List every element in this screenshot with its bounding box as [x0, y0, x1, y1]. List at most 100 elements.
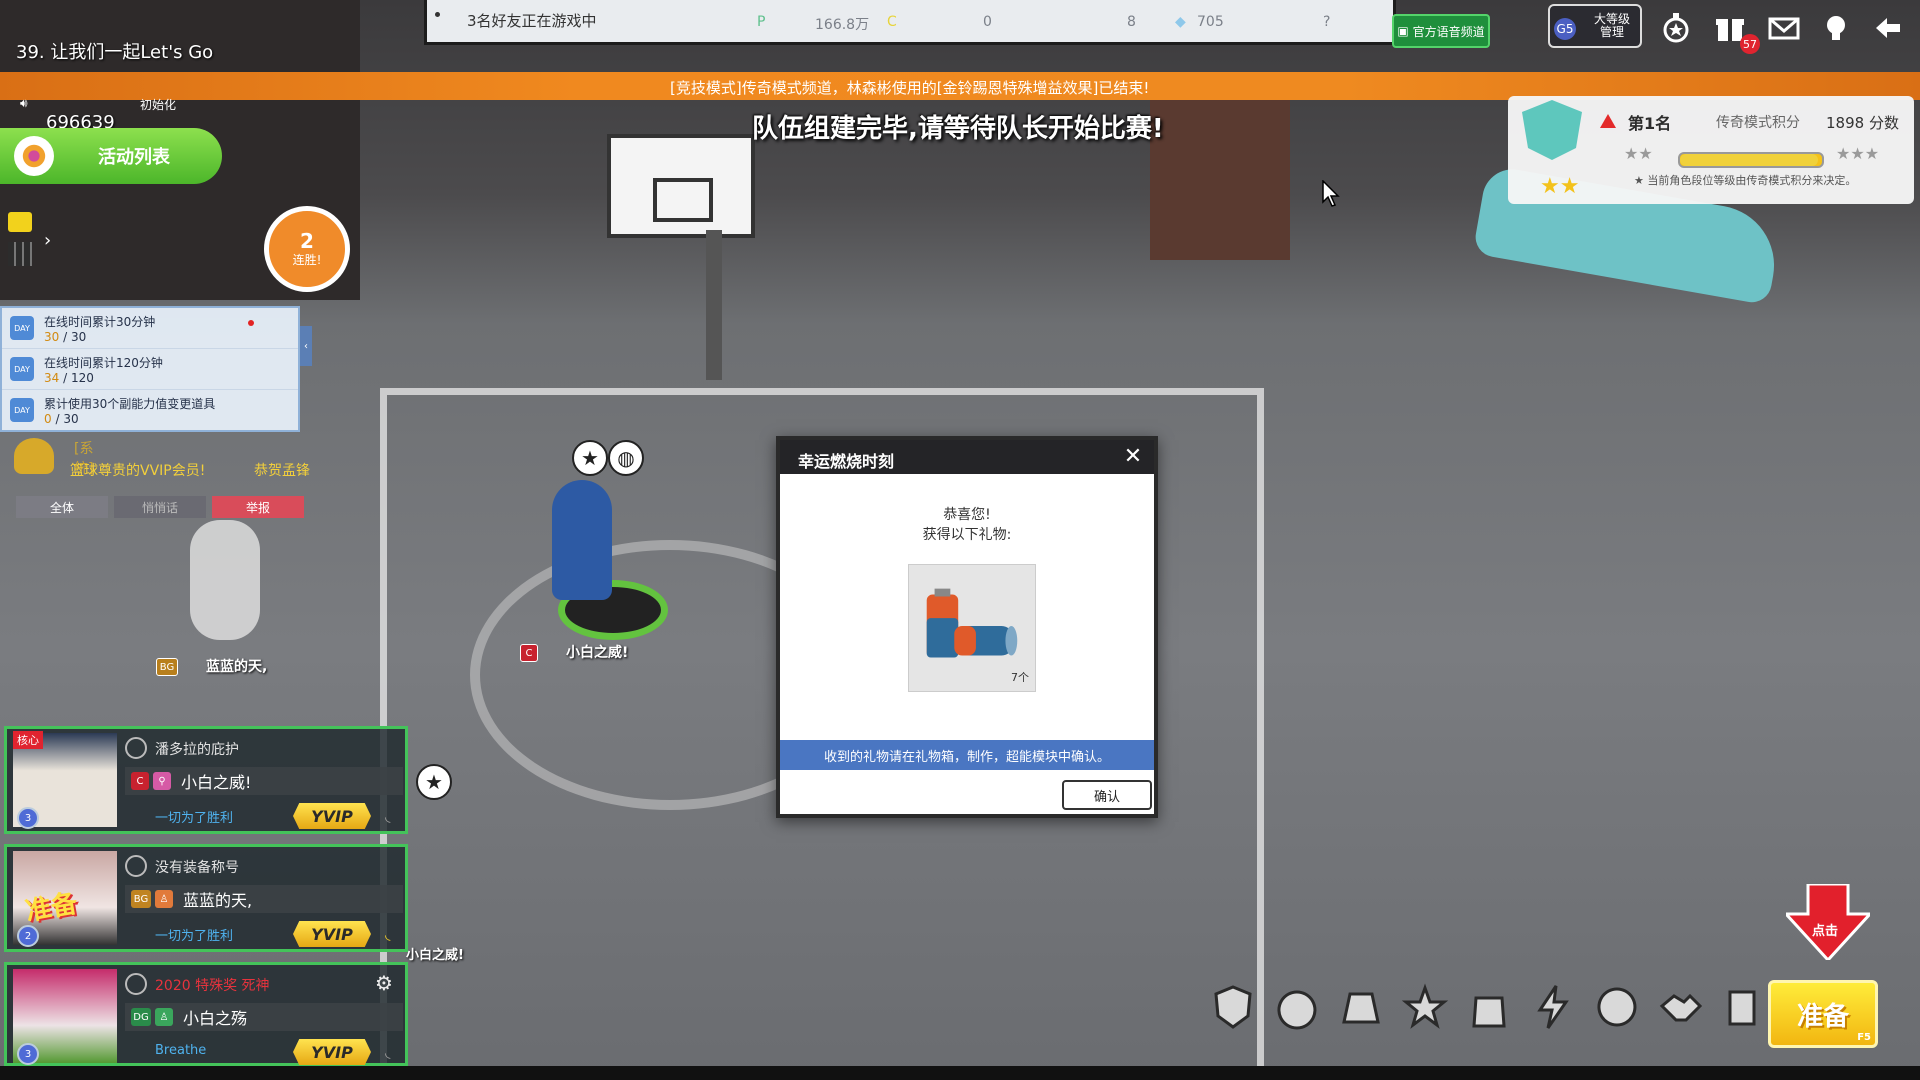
help-icon[interactable]: ?	[1323, 14, 1330, 30]
gem-icon: ◆	[1175, 14, 1186, 30]
task-progress-current: 0	[44, 411, 52, 426]
rank-mode: 传奇模式积分	[1716, 115, 1800, 131]
back-button[interactable]	[1868, 6, 1908, 50]
calendar-icon[interactable]	[8, 212, 32, 232]
court-button[interactable]	[1334, 980, 1388, 1034]
star-icon[interactable]: ★	[416, 764, 452, 800]
player-title: 没有装备称号	[155, 860, 239, 876]
signal-icon: ◟	[385, 809, 391, 825]
win-streak-count: 2	[300, 228, 314, 253]
level-circle-icon: 3	[17, 1043, 39, 1065]
handshake-icon	[1659, 993, 1703, 1022]
hint-button[interactable]	[1816, 6, 1856, 50]
announcement-text: [竞技模式]传奇模式频道，林森彬使用的[金铃踢恩特殊增益效果]已结束!	[670, 79, 1150, 97]
rank-place: 第1名	[1628, 114, 1672, 133]
expand-chevron-icon[interactable]: ›	[44, 230, 51, 251]
notice-dot	[435, 12, 440, 17]
player-name-row: C ⚲ 小白之威!	[125, 767, 403, 795]
task-item[interactable]: DAY 在线时间累计120分钟 34 / 120	[2, 349, 298, 390]
level-circle-icon: 2	[17, 925, 39, 947]
task-progress-total: 30	[70, 329, 87, 344]
speaker-icon[interactable]: 🔊︎	[20, 96, 28, 111]
reward-dialog: 幸运燃烧时刻 ✕ 恭喜您! 获得以下礼物: 7个 收到的礼物请在礼物箱，制作，超…	[776, 436, 1158, 818]
badge-button[interactable]	[1206, 980, 1260, 1034]
stopwatch-button[interactable]	[1270, 980, 1324, 1034]
level-badge: G5	[1554, 18, 1576, 40]
close-icon[interactable]: ✕	[1120, 444, 1146, 470]
basketball-icon: ◍	[608, 440, 644, 476]
hoop-pole	[706, 230, 722, 380]
pin-icon: ⚲	[153, 772, 171, 790]
task-item[interactable]: DAY 在线时间累计30分钟 30 / 30	[2, 308, 298, 349]
day-icon: DAY	[10, 398, 34, 422]
reward-item[interactable]: 7个	[908, 564, 1036, 692]
court-icon	[1342, 992, 1380, 1024]
settings-gear-icon[interactable]: ⚙	[375, 971, 393, 995]
rank-progress-bar	[1678, 152, 1824, 168]
chat-tab-all[interactable]: 全体	[16, 496, 108, 518]
confirm-button[interactable]: 确认	[1062, 780, 1152, 810]
task-progress-current: 30	[44, 329, 60, 344]
team-button[interactable]	[1398, 980, 1452, 1034]
coin-icon: C	[887, 14, 897, 30]
character-icon: ♙	[155, 1008, 173, 1026]
rank-shield-icon	[1522, 100, 1582, 160]
vip-badge: YVIP	[293, 803, 371, 829]
cards-button[interactable]	[1718, 980, 1772, 1034]
activity-list-button[interactable]: 活动列表	[0, 128, 222, 184]
backpack-button[interactable]	[1462, 980, 1516, 1034]
lightning-button[interactable]	[1526, 980, 1580, 1034]
ghost-character[interactable]	[190, 520, 260, 640]
side-icons: ›	[8, 212, 51, 266]
voice-channel-button[interactable]: ▣ 官方语音频道	[1392, 14, 1490, 48]
star-icon: ★	[572, 440, 608, 476]
rank-stars-gold: ★★	[1540, 174, 1580, 199]
task-name: 在线时间累计30分钟	[44, 314, 156, 329]
system-message-2: 恭贺孟锋	[254, 463, 310, 479]
rank-stars-next: ★★★	[1836, 144, 1880, 163]
rank-points: 1898 分数	[1826, 114, 1899, 132]
player-subinfo-text: 初始化	[140, 98, 177, 112]
system-chat: [系统] 篮球尊贵的VVIP会员! 恭贺孟锋	[14, 438, 310, 479]
stopwatch-icon	[1277, 990, 1317, 1030]
player-character[interactable]	[552, 480, 612, 600]
handshake-button[interactable]	[1654, 980, 1708, 1034]
coin-value: 0	[983, 14, 992, 30]
player-title: 2020 特殊奖 死神	[155, 978, 270, 994]
activity-list-label: 活动列表	[98, 147, 170, 168]
click-hint: 点击	[1782, 882, 1874, 963]
player-motto: 一切为了胜利	[155, 811, 234, 826]
grid-menu-icon[interactable]	[8, 242, 32, 266]
mail-button[interactable]	[1764, 6, 1804, 50]
level-manage-button[interactable]: G5 大等级 管理	[1548, 4, 1642, 48]
ready-hotkey: F5	[1857, 1032, 1871, 1043]
activity-icon	[14, 136, 54, 176]
player-name-row: BG ♙ 蓝蓝的天,	[125, 885, 403, 913]
chat-tab-report[interactable]: 举报	[212, 496, 304, 518]
player-title: 潘多拉的庇护	[155, 742, 239, 758]
ranking-panel: 第1名 传奇模式积分 1898 分数 ★★ ★★★ ★★ ★ 当前角色段位等级由…	[1508, 96, 1914, 204]
ready-button[interactable]: 准备 F5	[1768, 980, 1878, 1048]
task-item[interactable]: DAY 累计使用30个副能力值变更道具 0 / 30	[2, 390, 298, 430]
medal-icon	[1663, 13, 1689, 43]
chat-tab-whisper[interactable]: 悄悄话	[114, 496, 206, 518]
player-name: 小白之殇	[183, 1009, 248, 1028]
dialog-header: 幸运燃烧时刻 ✕	[780, 440, 1154, 474]
vip-badge: YVIP	[293, 1039, 371, 1065]
title-badge-icon	[125, 737, 147, 759]
medal-button[interactable]	[1656, 6, 1696, 50]
dialog-congrats: 恭喜您!	[943, 507, 991, 523]
player-card[interactable]: 3 2020 特殊奖 死神 ⚙ DG ♙ 小白之殇 Breathe YVIP ◟	[4, 962, 408, 1066]
player-card[interactable]: 核心 3 潘多拉的庇护 C ⚲ 小白之威! 一切为了胜利 YVIP ◟	[4, 726, 408, 834]
player-card[interactable]: 准备 2 没有装备称号 BG ♙ 蓝蓝的天, 一切为了胜利 YVIP ◟	[4, 844, 408, 952]
gift-badge: 57	[1740, 34, 1760, 54]
task-panel-collapse-tab[interactable]: ‹	[300, 326, 312, 366]
click-hint-label: 点击	[1812, 924, 1839, 939]
basketball-button[interactable]	[1590, 980, 1644, 1034]
task-progress-current: 34	[44, 370, 60, 385]
team-tag: BG	[131, 890, 151, 908]
player-name: 蓝蓝的天,	[183, 891, 253, 910]
vip-badge: YVIP	[293, 921, 371, 947]
title-badge-icon	[125, 973, 147, 995]
top-notice-bar: 3名好友正在游戏中 P 166.8万 C 0 8 ◆ 705 ?	[424, 0, 1396, 45]
